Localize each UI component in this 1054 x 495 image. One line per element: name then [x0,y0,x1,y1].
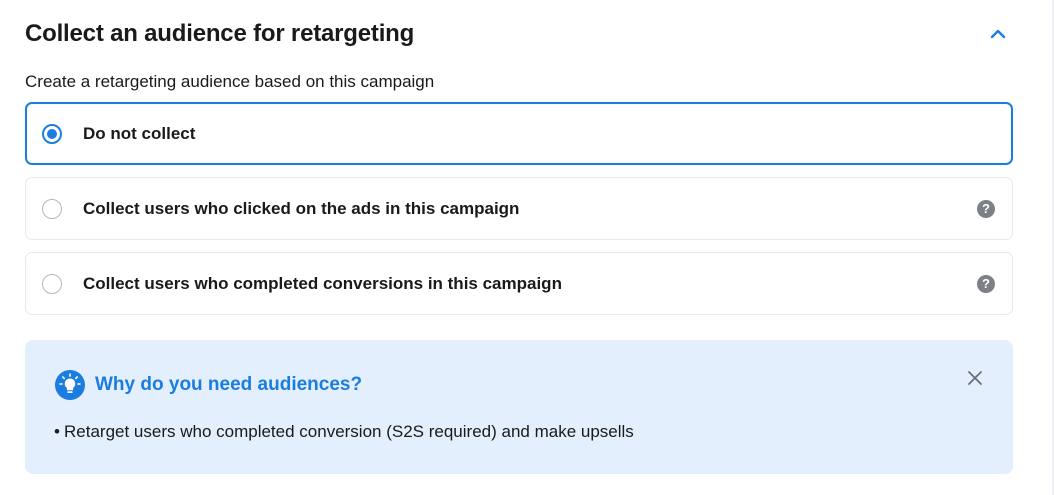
radio-selected-dot [47,128,57,139]
section-title: Collect an audience for retargeting [25,20,415,47]
lightbulb-icon [54,369,86,401]
option-label: Do not collect [83,123,196,143]
option-collect-converted[interactable]: Collect users who completed conversions … [25,252,1013,315]
close-button[interactable] [965,368,985,388]
option-collect-clicked[interactable]: Collect users who clicked on the ads in … [25,177,1013,240]
info-header: Why do you need audiences? [54,369,362,401]
radio-button[interactable] [42,198,62,219]
chevron-up-icon [990,29,1006,39]
option-label: Collect users who clicked on the ads in … [83,198,520,218]
info-title: Why do you need audiences? [95,374,363,395]
collapse-button[interactable] [984,20,1012,48]
option-do-not-collect[interactable]: Do not collect [25,102,1013,165]
info-item-text: Retarget users who completed conversion … [64,422,634,441]
close-icon [968,371,982,385]
section-subtitle: Create a retargeting audience based on t… [25,72,435,91]
bullet: • [54,422,60,441]
radio-button[interactable] [42,123,62,144]
list-item: • Retarget users who completed conversion… [54,422,634,442]
audience-options: Do not collect Collect users who clicked… [25,102,1013,327]
retargeting-section: Collect an audience for retargeting Crea… [0,0,1054,495]
radio-button[interactable] [42,273,62,294]
option-label: Collect users who completed conversions … [83,273,562,293]
question-circle-icon[interactable]: ? [977,274,995,293]
info-list: • Retarget users who completed conversion… [54,422,634,442]
question-circle-icon[interactable]: ? [977,199,995,218]
section-header: Collect an audience for retargeting [25,14,1013,54]
info-banner: Why do you need audiences? • Retarget use… [25,340,1013,474]
